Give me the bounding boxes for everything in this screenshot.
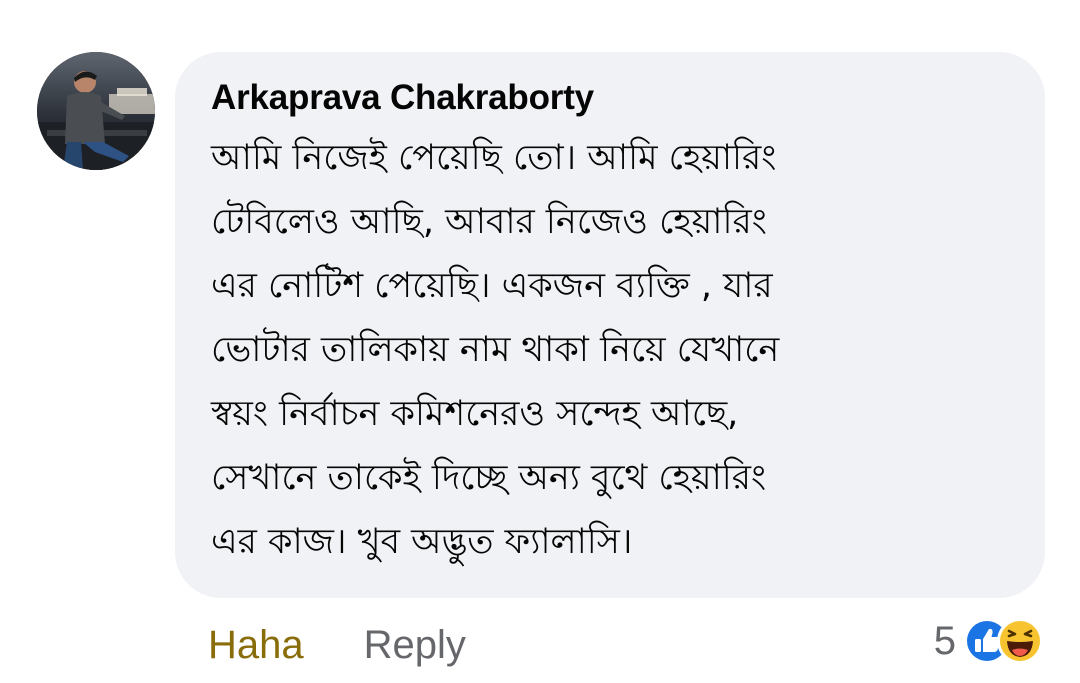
comment-text: আমি নিজেই পেয়েছি তো। আমি হেয়ারিং টেবিল… — [211, 126, 1001, 574]
comment-text-line: এর কাজ। খুব অদ্ভুত ফ্যালাসি। — [211, 522, 633, 562]
author-name[interactable]: Arkaprava Chakraborty — [211, 74, 1011, 122]
avatar[interactable] — [37, 52, 155, 170]
comment-actions: Haha Reply — [208, 620, 466, 670]
comment: Arkaprava Chakraborty আমি নিজেই পেয়েছি … — [0, 0, 1080, 683]
haha-reaction-button[interactable]: Haha — [208, 623, 304, 668]
comment-text-line: ভোটার তালিকায় নাম থাকা নিয়ে যেখানে — [211, 330, 780, 370]
comment-text-line: আমি নিজেই পেয়েছি তো। আমি হেয়ারিং — [211, 138, 777, 178]
reaction-icons — [962, 614, 1046, 668]
reply-button[interactable]: Reply — [364, 623, 466, 668]
comment-text-line: স্বয়ং নির্বাচন কমিশনেরও সন্দেহ আছে, — [211, 394, 739, 434]
reaction-count: 5 — [933, 618, 956, 663]
comment-text-line: এর নোটিশ পেয়েছি। একজন ব্যক্তি , যার — [211, 266, 773, 306]
reaction-summary[interactable]: 5 — [934, 614, 1046, 668]
haha-icon — [994, 616, 1046, 670]
comment-text-line: টেবিলেও আছি, আবার নিজেও হেয়ারিং — [211, 202, 767, 242]
comment-bubble: Arkaprava Chakraborty আমি নিজেই পেয়েছি … — [175, 52, 1045, 598]
comment-text-line: সেখানে তাকেই দিচ্ছে অন্য বুথে হেয়ারিং — [211, 458, 767, 498]
